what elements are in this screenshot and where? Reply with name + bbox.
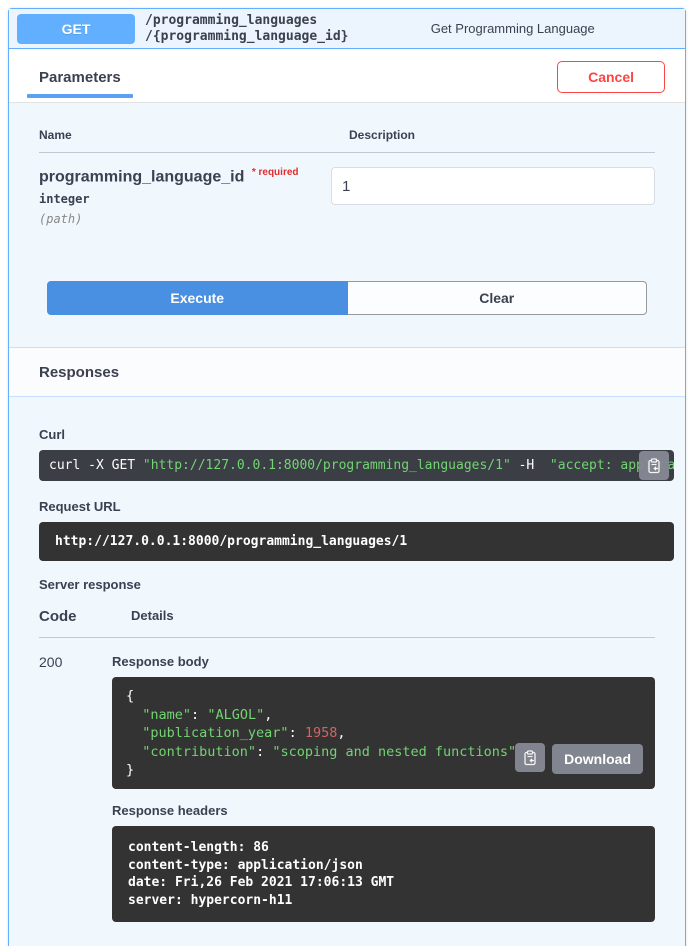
execute-wrapper: Execute Clear	[39, 281, 655, 315]
execute-button[interactable]: Execute	[47, 281, 348, 315]
column-header-description: Description	[349, 128, 655, 142]
cancel-button[interactable]: Cancel	[557, 61, 665, 93]
json-comma: ,	[337, 725, 345, 741]
parameter-info: programming_language_id * required integ…	[39, 167, 331, 226]
response-headers-code: content-length: 86 content-type: applica…	[112, 826, 655, 922]
parameter-required-badge: * required	[252, 167, 299, 178]
parameter-name: programming_language_id	[39, 168, 244, 185]
endpoint-summary: Get Programming Language	[349, 21, 678, 36]
header-date: date: Fri,26 Feb 2021 17:06:13 GMT	[128, 875, 394, 890]
json-comma: ,	[264, 707, 272, 723]
operation-block: GET /programming_languages /{programming…	[8, 8, 686, 946]
curl-label: Curl	[39, 427, 655, 442]
curl-copy-button[interactable]	[639, 451, 669, 480]
http-method-badge[interactable]: GET	[17, 14, 135, 44]
server-response-label: Server response	[39, 577, 655, 592]
parameters-section: Name Description programming_language_id…	[9, 103, 685, 347]
response-copy-button[interactable]	[515, 743, 545, 772]
parameter-value-cell	[331, 167, 655, 226]
response-details: Response body { "name": "ALGOL", "public…	[112, 654, 655, 922]
clear-button[interactable]: Clear	[348, 281, 648, 315]
responses-band: Responses	[9, 347, 685, 397]
response-body-label: Response body	[112, 654, 655, 669]
response-row: 200 Response body { "name": "ALGOL", "pu…	[39, 638, 655, 922]
json-separator: :	[191, 707, 207, 723]
json-brace-open: {	[126, 688, 134, 704]
json-contribution-key: "contribution"	[142, 744, 256, 760]
parameter-type: integer	[39, 192, 331, 206]
curl-text: curl -X GET	[49, 458, 143, 473]
endpoint-path-line1: /programming_languages	[145, 13, 349, 29]
clipboard-icon	[646, 458, 662, 474]
endpoint-path-line2: /{programming_language_id}	[145, 29, 349, 45]
json-contribution-value: "scoping and nested functions"	[272, 744, 516, 760]
status-code: 200	[39, 654, 112, 922]
json-name-value: "ALGOL"	[207, 707, 264, 723]
json-name-key: "name"	[142, 707, 191, 723]
parameter-row: programming_language_id * required integ…	[39, 167, 655, 226]
responses-body: Curl curl -X GET "http://127.0.0.1:8000/…	[9, 397, 685, 946]
json-separator: :	[289, 725, 305, 741]
response-body-code: { "name": "ALGOL", "publication_year": 1…	[112, 677, 655, 789]
responses-title: Responses	[39, 364, 655, 381]
json-separator: :	[256, 744, 272, 760]
request-url-label: Request URL	[39, 499, 655, 514]
parameter-location: (path)	[39, 212, 331, 226]
parameter-value-input[interactable]	[331, 167, 655, 205]
download-button[interactable]: Download	[552, 744, 643, 774]
endpoint-header: GET /programming_languages /{programming…	[9, 9, 685, 49]
header-server: server: hypercorn-h11	[128, 893, 292, 908]
curl-url-string: "http://127.0.0.1:8000/programming_langu…	[143, 458, 511, 473]
curl-header-flag: -H	[511, 458, 550, 473]
tab-parameters[interactable]: Parameters	[39, 69, 121, 98]
clipboard-icon	[522, 750, 538, 766]
parameters-table-header: Name Description	[39, 128, 655, 153]
curl-command: curl -X GET "http://127.0.0.1:8000/progr…	[39, 450, 674, 481]
tab-band: Parameters Cancel	[9, 49, 685, 103]
header-content-length: content-length: 86	[128, 840, 269, 855]
json-year-key: "publication_year"	[142, 725, 288, 741]
header-content-type: content-type: application/json	[128, 858, 363, 873]
json-brace-close: }	[126, 762, 134, 778]
response-table-header: Code Details	[39, 608, 655, 638]
column-header-name: Name	[39, 128, 349, 142]
json-year-value: 1958	[305, 725, 338, 741]
request-url-value: http://127.0.0.1:8000/programming_langua…	[39, 522, 674, 561]
endpoint-path[interactable]: /programming_languages /{programming_lan…	[145, 13, 349, 45]
column-header-details: Details	[131, 608, 655, 625]
response-headers-label: Response headers	[112, 803, 655, 818]
column-header-code: Code	[39, 608, 131, 625]
